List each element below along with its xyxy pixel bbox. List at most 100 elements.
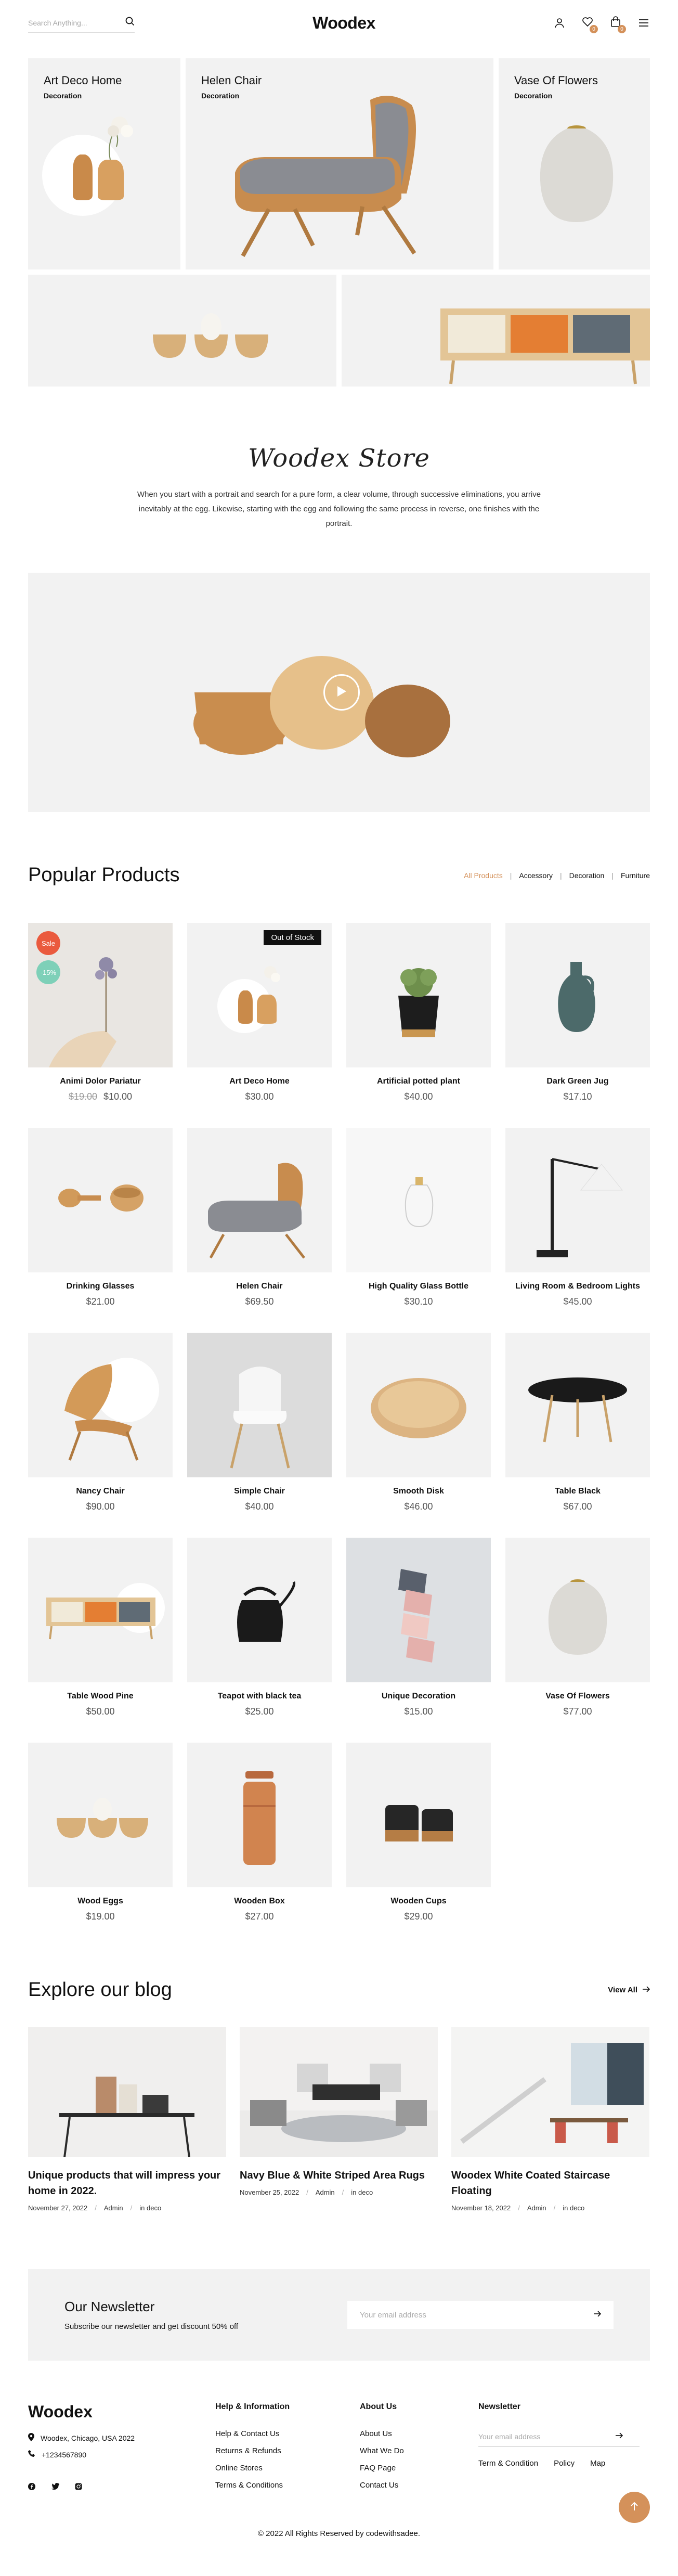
filter-accessory[interactable]: Accessory [519,871,553,880]
hero-tile-art-deco[interactable]: Art Deco Home Decoration [28,58,180,269]
blog-post-title[interactable]: Navy Blue & White Striped Area Rugs [240,2168,438,2183]
product-image[interactable]: Out of Stock [187,923,332,1067]
blog-post-category[interactable]: in deco [139,2204,161,2212]
blog-image[interactable] [240,2027,438,2157]
product-image[interactable] [505,1128,650,1272]
blog-image[interactable] [451,2027,649,2157]
footer-link[interactable]: Term & Condition [478,2459,538,2468]
footer-link[interactable]: Returns & Refunds [215,2446,360,2455]
product-card[interactable]: Artificial potted plant $40.00 [346,923,491,1112]
product-card[interactable]: High Quality Glass Bottle $30.10 [346,1128,491,1317]
product-card[interactable]: Helen Chair $69.50 [187,1128,332,1317]
product-card[interactable]: Vase Of Flowers $77.00 [505,1538,650,1727]
wishlist-button[interactable]: 0 [581,17,598,33]
product-image[interactable] [28,1128,173,1272]
footer-link[interactable]: FAQ Page [360,2464,478,2472]
product-name[interactable]: Teapot with black tea [187,1692,332,1701]
product-image[interactable] [505,923,650,1067]
product-image[interactable] [187,1333,332,1477]
product-image[interactable] [505,1333,650,1477]
product-name[interactable]: Artificial potted plant [346,1077,491,1086]
user-icon[interactable] [553,17,566,29]
footer-link[interactable]: Map [590,2459,605,2468]
blog-post[interactable]: Woodex White Coated Staircase Floating N… [451,2027,649,2212]
product-name[interactable]: Wood Eggs [28,1897,173,1906]
facebook-icon[interactable] [28,2483,35,2493]
footer-link[interactable]: Policy [554,2459,575,2468]
subscribe-button[interactable] [594,2310,602,2320]
product-name[interactable]: Wooden Box [187,1897,332,1906]
search-input[interactable] [28,18,111,27]
filter-furniture[interactable]: Furniture [621,871,650,880]
product-image[interactable] [28,1333,173,1477]
product-card[interactable]: Living Room & Bedroom Lights $45.00 [505,1128,650,1317]
footer-link[interactable]: Online Stores [215,2464,360,2472]
product-image[interactable] [28,1538,173,1682]
menu-icon[interactable] [637,17,650,29]
footer-phone-text[interactable]: +1234567890 [42,2451,86,2459]
product-name[interactable]: Helen Chair [187,1282,332,1291]
product-image[interactable] [346,1743,491,1887]
footer-link[interactable]: Help & Contact Us [215,2429,360,2438]
product-card[interactable]: Unique Decoration $15.00 [346,1538,491,1727]
product-name[interactable]: Wooden Cups [346,1897,491,1906]
product-image[interactable] [28,1743,173,1887]
product-card[interactable]: Drinking Glasses $21.00 [28,1128,173,1317]
product-name[interactable]: Simple Chair [187,1487,332,1496]
product-image[interactable] [346,1538,491,1682]
site-logo[interactable]: Woodex [312,14,375,33]
product-image[interactable]: Sale -15% [28,923,173,1067]
footer-link[interactable]: Terms & Conditions [215,2481,360,2490]
product-card[interactable]: Dark Green Jug $17.10 [505,923,650,1112]
footer-link[interactable]: Contact Us [360,2481,478,2490]
product-name[interactable]: Drinking Glasses [28,1282,173,1291]
product-name[interactable]: Smooth Disk [346,1487,491,1496]
blog-image[interactable] [28,2027,226,2157]
product-card[interactable]: Wooden Cups $29.00 [346,1743,491,1932]
blog-post-category[interactable]: in deco [351,2188,373,2196]
product-image[interactable] [187,1538,332,1682]
product-image[interactable] [346,923,491,1067]
product-card[interactable]: Sale -15% Animi Dolor Pariatur $19.00 $10… [28,923,173,1112]
filter-decoration[interactable]: Decoration [569,871,605,880]
newsletter-email-input[interactable] [360,2310,578,2320]
view-all-link[interactable]: View All [608,1986,650,1994]
blog-post-title[interactable]: Woodex White Coated Staircase Floating [451,2168,649,2199]
footer-link[interactable]: What We Do [360,2446,478,2455]
search-icon[interactable] [125,17,135,29]
product-name[interactable]: Living Room & Bedroom Lights [505,1282,650,1291]
product-card[interactable]: Smooth Disk $46.00 [346,1333,491,1522]
product-card[interactable]: Table Wood Pine $50.00 [28,1538,173,1727]
product-card[interactable]: Out of Stock Art Deco Home $30.00 [187,923,332,1112]
product-name[interactable]: Animi Dolor Pariatur [28,1077,173,1086]
back-to-top-button[interactable] [619,2492,650,2523]
blog-post[interactable]: Navy Blue & White Striped Area Rugs Nove… [240,2027,438,2212]
product-name[interactable]: Unique Decoration [346,1692,491,1701]
product-image[interactable] [346,1128,491,1272]
product-name[interactable]: Table Black [505,1487,650,1496]
product-image[interactable] [187,1743,332,1887]
blog-post[interactable]: Unique products that will impress your h… [28,2027,226,2212]
blog-post-author[interactable]: Admin [104,2204,123,2212]
blog-post-category[interactable]: in deco [563,2204,584,2212]
product-name[interactable]: Art Deco Home [187,1077,332,1086]
twitter-icon[interactable] [51,2483,60,2493]
product-card[interactable]: Teapot with black tea $25.00 [187,1538,332,1727]
blog-post-title[interactable]: Unique products that will impress your h… [28,2168,226,2199]
cart-button[interactable]: 0 [609,16,626,33]
hero-tile-sideboard[interactable] [342,275,650,387]
product-name[interactable]: Dark Green Jug [505,1077,650,1086]
product-image[interactable] [346,1333,491,1477]
hero-tile-vase-flowers[interactable]: Vase Of Flowers Decoration [499,58,650,269]
product-card[interactable]: Wood Eggs $19.00 [28,1743,173,1932]
blog-post-author[interactable]: Admin [316,2188,335,2196]
product-name[interactable]: Nancy Chair [28,1487,173,1496]
footer-link[interactable]: About Us [360,2429,478,2438]
product-card[interactable]: Wooden Box $27.00 [187,1743,332,1932]
blog-post-author[interactable]: Admin [527,2204,546,2212]
hero-tile-wood-eggs[interactable] [28,275,336,387]
product-image[interactable] [505,1538,650,1682]
play-button[interactable] [323,674,360,711]
footer-logo[interactable]: Woodex [28,2402,215,2422]
product-card[interactable]: Nancy Chair $90.00 [28,1333,173,1522]
